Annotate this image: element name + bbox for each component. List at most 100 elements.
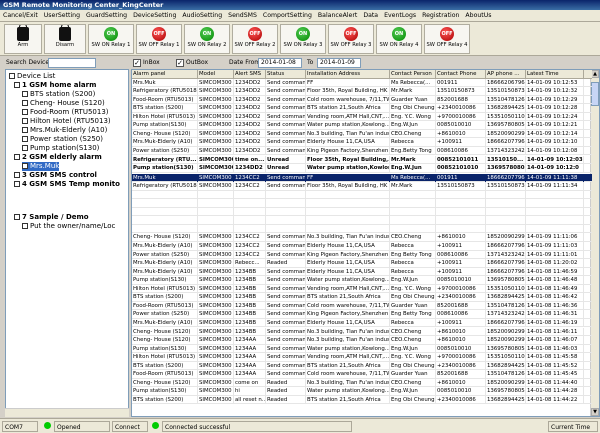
table-row[interactable]: Mrs.Muk-Elderly (A10) SIMCOM300 1234DD2 Sen… xyxy=(132,138,592,147)
relay-button-8[interactable]: OFF SW OFF Relay 4 xyxy=(424,24,470,54)
tree-item[interactable]: Cheng- House (S120) xyxy=(22,99,105,108)
table-row[interactable]: Cheng- House (S120) SIMCOM300 1234AA Send c… xyxy=(132,336,592,345)
scroll-down-icon[interactable]: ▼ xyxy=(591,408,599,416)
table-row[interactable] xyxy=(132,224,592,234)
table-row[interactable]: Power station (S250) SIMCOM300 1234BB Send … xyxy=(132,310,592,319)
checkbox-icon[interactable] xyxy=(22,109,28,115)
column-header[interactable]: Model xyxy=(198,70,234,78)
tree-item[interactable]: BTS station (S200) xyxy=(22,90,95,99)
column-header[interactable]: Alert SMS xyxy=(234,70,266,78)
relay-button-2[interactable]: OFF SW OFF Relay 1 xyxy=(136,24,182,54)
menu-data[interactable]: Data xyxy=(360,12,381,19)
inbox-checkbox[interactable]: ✓ xyxy=(133,59,141,67)
relay-button-1[interactable]: ON SW ON Relay 1 xyxy=(88,24,134,54)
tree-item[interactable]: Mrs.Muk-Elderly (A10) xyxy=(22,126,107,135)
table-row[interactable] xyxy=(132,216,592,225)
menu-send-sms[interactable]: SendSMS xyxy=(225,12,260,19)
date-to-input[interactable]: 2014-01-09 xyxy=(317,58,361,68)
column-header[interactable]: Installation Address xyxy=(306,70,390,78)
menu-guard-setting[interactable]: GuardSetting xyxy=(83,12,130,19)
table-row[interactable]: BTS station (S200) SIMCOM300 1234DD2 Send c… xyxy=(132,104,592,113)
tree-group[interactable]: 4 GSM SMS Temp monito xyxy=(14,180,120,189)
menu-balance-alert[interactable]: BalanceAlert xyxy=(315,12,360,19)
table-row[interactable]: Mrs.Muk-Elderly (A10) SIMCOM300 1234BB Send… xyxy=(132,267,592,277)
checkbox-icon[interactable] xyxy=(14,154,20,160)
table-row[interactable]: BTS station (S200) SIMCOM300 all reset n..… xyxy=(132,395,592,405)
column-header[interactable]: AP phone ... xyxy=(486,70,526,78)
table-row[interactable]: Pump station(S130) SIMCOM300 1234DD2 Send c… xyxy=(132,121,592,130)
column-header[interactable]: Contact Phone xyxy=(436,70,486,78)
table-row[interactable] xyxy=(132,199,592,208)
relay-button-6[interactable]: OFF SW OFF Relay 3 xyxy=(328,24,374,54)
table-row[interactable]: Mrs.Muk SIMCOM300 1234CC2 Send command FF Ms … xyxy=(132,173,592,183)
column-header[interactable]: Alarm panel xyxy=(132,70,198,78)
checkbox-icon[interactable] xyxy=(22,118,28,124)
table-row[interactable]: Power station (S250) SIMCOM300 1234CC2 Send… xyxy=(132,250,592,260)
relay-button-4[interactable]: OFF SW OFF Relay 2 xyxy=(232,24,278,54)
table-row[interactable]: BTS station (S200) SIMCOM300 1234BB Send co… xyxy=(132,293,592,302)
checkbox-icon[interactable] xyxy=(22,163,28,169)
tree-group[interactable]: 7 Sample / Demo xyxy=(14,213,89,222)
table-row[interactable] xyxy=(132,190,592,200)
checkbox-icon[interactable] xyxy=(14,82,20,88)
tree-horizontal-scrollbar[interactable] xyxy=(5,408,129,417)
checkbox-icon[interactable] xyxy=(14,214,20,220)
checkbox-icon[interactable] xyxy=(22,223,28,229)
table-row[interactable]: Hilton Hotel (RTU5013) SIMCOM300 1234BB Sen… xyxy=(132,284,592,294)
outbox-checkbox[interactable]: ✓ xyxy=(176,59,184,67)
search-device-input[interactable] xyxy=(48,58,96,68)
tree-item[interactable]: Food-Room (RTU5013) xyxy=(22,108,109,117)
checkbox-icon[interactable] xyxy=(22,136,28,142)
scroll-thumb[interactable] xyxy=(591,82,599,106)
table-row[interactable]: Pump station(S130) SIMCOM300 hi Readed Water… xyxy=(132,387,592,396)
relay-button-5[interactable]: ON SW ON Relay 3 xyxy=(280,24,326,54)
table-row[interactable]: Food-Room (RTU5013) SIMCOM300 1234AA Send c… xyxy=(132,370,592,379)
tree-group[interactable]: 3 GSM SMS control xyxy=(14,171,97,180)
checkbox-icon[interactable] xyxy=(22,145,28,151)
table-row[interactable]: Mrs.Muk SIMCOM300 1234DD2 Send command FF Ms … xyxy=(132,78,592,88)
table-row[interactable]: Pump station(S130) SIMCOM300 1234DD2 Unread… xyxy=(132,164,592,173)
tree-group[interactable]: 2 GSM elderly alarm xyxy=(14,153,102,162)
checkbox-icon[interactable] xyxy=(14,172,20,178)
table-row[interactable]: Mrs.Muk-Elderly (A10) SIMCOM300 1234CC2 Sen… xyxy=(132,242,592,251)
table-row[interactable] xyxy=(132,207,592,217)
tree-group[interactable]: 1 GSM home alarm xyxy=(14,81,96,90)
table-row[interactable]: Food-Room (RTU5013) SIMCOM300 1234DD2 Send … xyxy=(132,95,592,105)
table-row[interactable]: Refrigeratory (RTU5018) SIMCOM300 1234CC2 S… xyxy=(132,182,592,191)
menu-audio-setting[interactable]: AudioSetting xyxy=(179,12,225,19)
column-header[interactable]: Latest Time xyxy=(526,70,584,78)
table-row[interactable]: Cheng- House (S120) SIMCOM300 1234CC2 Send … xyxy=(132,233,592,242)
checkbox-icon[interactable] xyxy=(22,100,28,106)
table-row[interactable]: Hilton Hotel (RTU5013) SIMCOM300 1234AA Sen… xyxy=(132,353,592,362)
menu-event-logs[interactable]: EventLogs xyxy=(381,12,419,19)
menu-about-us[interactable]: AboutUs xyxy=(462,12,494,19)
tree-root[interactable]: Device List xyxy=(9,72,55,81)
scroll-up-icon[interactable]: ▲ xyxy=(591,70,599,78)
checkbox-icon[interactable] xyxy=(22,127,28,133)
relay-button-7[interactable]: ON SW ON Relay 4 xyxy=(376,24,422,54)
table-row[interactable]: Power station (S250) SIMCOM300 1234DD2 Send… xyxy=(132,146,592,156)
relay-button-3[interactable]: ON SW ON Relay 2 xyxy=(184,24,230,54)
table-row[interactable]: Hilton Hotel (RTU5013) SIMCOM300 1234DD2 Se… xyxy=(132,112,592,122)
tree-item[interactable]: Mrs.Muk xyxy=(22,162,60,171)
arm-button[interactable]: Arm xyxy=(4,24,42,54)
disarm-button[interactable]: Disarm xyxy=(44,24,86,54)
table-row[interactable]: Refrigeratory (RTU... SIMCOM300 time on...… xyxy=(132,155,592,165)
table-row[interactable]: Refrigeratory (RTU5018) SIMCOM300 1234DD2 S… xyxy=(132,87,592,96)
column-header[interactable]: Status xyxy=(266,70,306,78)
table-row[interactable]: Food-Room (RTU5013) SIMCOM300 1234BB Send c… xyxy=(132,301,592,311)
tree-item[interactable]: Put the owner/name/Loc xyxy=(22,222,115,231)
table-row[interactable]: BTS station (S200) SIMCOM300 1234AA Send co… xyxy=(132,361,592,371)
checkbox-icon[interactable] xyxy=(22,91,28,97)
menu-user-setting[interactable]: UserSetting xyxy=(41,12,83,19)
tree-item[interactable]: Power station (S250) xyxy=(22,135,103,144)
table-row[interactable]: Mrs.Muk-Elderly (A10) SIMCOM300 Rebecc... R… xyxy=(132,259,592,268)
checkbox-icon[interactable] xyxy=(14,181,20,187)
column-header[interactable]: Contact Person xyxy=(390,70,436,78)
table-row[interactable]: Cheng- House (S120) SIMCOM300 1234DD2 Send … xyxy=(132,129,592,139)
table-row[interactable]: Pump station(S130) SIMCOM300 1234BB Send co… xyxy=(132,276,592,285)
table-row[interactable]: Mrs.Muk-Elderly (A10) SIMCOM300 1234BB Send… xyxy=(132,318,592,328)
table-row[interactable]: Cheng- House (S120) SIMCOM300 1234BB Send c… xyxy=(132,327,592,337)
tree-item[interactable]: Pump station(S130) xyxy=(22,144,99,153)
table-row[interactable]: Pump station(S130) SIMCOM300 1234AA Send co… xyxy=(132,344,592,354)
